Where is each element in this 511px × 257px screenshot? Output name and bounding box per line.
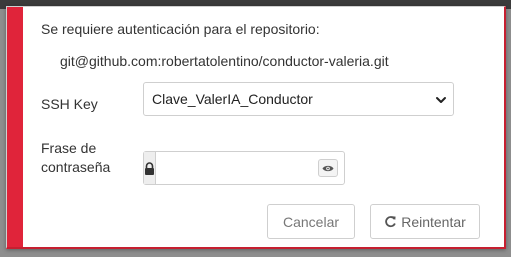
passphrase-label: Frase de contraseña: [41, 139, 110, 177]
retry-button[interactable]: Reintentar: [370, 204, 480, 239]
lock-icon: [145, 161, 154, 175]
ssh-key-label: SSH Key: [41, 96, 98, 112]
lock-addon: [144, 152, 156, 184]
chevron-down-icon: [436, 97, 446, 103]
refresh-icon: [385, 216, 396, 228]
passphrase-input-group: [143, 151, 349, 185]
ssh-auth-dialog: Se requiere autenticación para el reposi…: [6, 6, 506, 249]
ssh-key-select[interactable]: Clave_ValerIA_Conductor: [143, 82, 454, 116]
passphrase-label-line2: contraseña: [41, 159, 111, 175]
repository-url: git@github.com:robertatolentino/conducto…: [60, 53, 389, 69]
retry-button-label: Reintentar: [401, 213, 466, 230]
eye-icon: [322, 165, 334, 171]
passphrase-label-line1: Frase de: [41, 140, 97, 156]
cancel-button[interactable]: Cancelar: [267, 204, 355, 239]
dialog-heading: Se requiere autenticación para el reposi…: [41, 21, 320, 37]
toggle-password-visibility-button[interactable]: [318, 159, 338, 177]
ssh-key-selected-value: Clave_ValerIA_Conductor: [152, 91, 313, 107]
dialog-accent-bar: [7, 7, 23, 247]
